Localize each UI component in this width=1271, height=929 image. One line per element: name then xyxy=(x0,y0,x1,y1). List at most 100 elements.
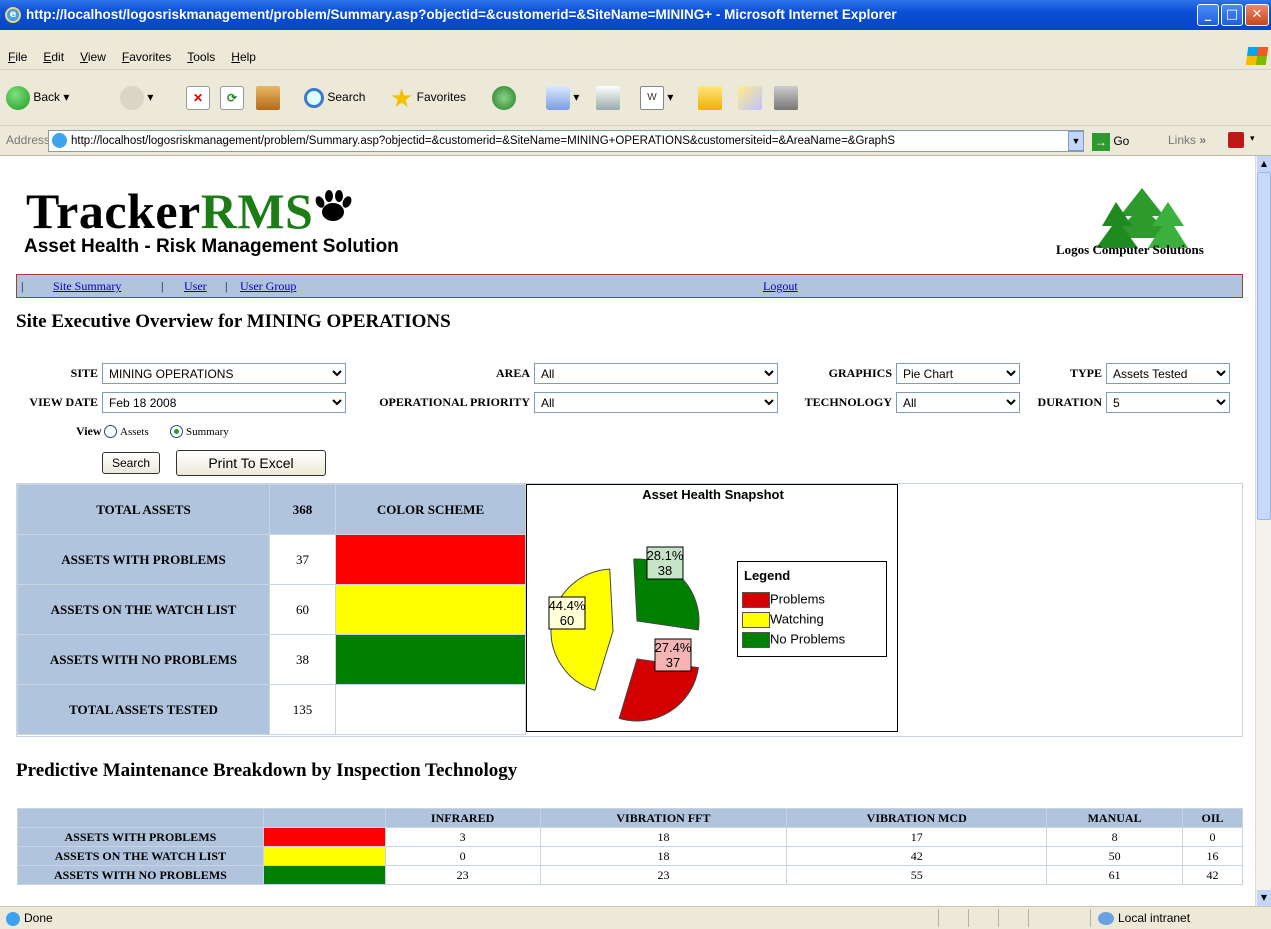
pdf-dropdown-icon[interactable]: ▾ xyxy=(1250,133,1255,144)
menu-file[interactable]: File xyxy=(0,44,35,70)
menu-tools[interactable]: Tools xyxy=(179,44,223,70)
radio-selected-dot xyxy=(174,429,179,434)
ie-icon: e xyxy=(5,7,21,23)
print-to-excel-button[interactable]: Print To Excel xyxy=(176,450,326,476)
vertical-scrollbar[interactable]: ▲ ▼ xyxy=(1255,156,1271,906)
empty-swatch xyxy=(335,684,526,735)
links-button[interactable]: Links » xyxy=(1168,133,1206,147)
address-url: http://localhost/logosriskmanagement/pro… xyxy=(71,135,896,147)
operational-priority-select[interactable]: All xyxy=(534,392,778,413)
menu-favorites[interactable]: Favorites xyxy=(114,44,179,70)
table-cell: 18 xyxy=(539,846,788,866)
slice-percent-label: 27.4% xyxy=(655,640,692,655)
menu-help[interactable]: Help xyxy=(223,44,264,70)
go-button[interactable]: → Go xyxy=(1092,131,1129,151)
minimize-button[interactable]: _ xyxy=(1197,4,1219,26)
history-button[interactable] xyxy=(492,84,516,110)
favorites-button[interactable]: ★ Favorites xyxy=(390,84,466,111)
pdf-icon[interactable] xyxy=(1228,132,1244,148)
legend-swatch xyxy=(742,631,770,648)
legend-swatch xyxy=(742,611,770,628)
slice-value-label: 38 xyxy=(658,563,672,578)
address-input[interactable]: http://localhost/logosriskmanagement/pro… xyxy=(48,130,1084,152)
home-button[interactable] xyxy=(256,84,280,110)
logo-text-rms: RMS xyxy=(200,183,314,239)
graphics-label: GRAPHICS xyxy=(828,366,892,380)
scroll-up-arrow-icon[interactable]: ▲ xyxy=(1257,156,1271,172)
pie-slice-label: 28.1%38 xyxy=(646,546,684,580)
zone-text: Local intranet xyxy=(1118,911,1191,925)
stop-button[interactable]: ✕ xyxy=(186,84,210,110)
view-date-select[interactable]: Feb 18 2008 xyxy=(102,392,346,413)
nav-bar: | Site Summary | User | User Group Logou… xyxy=(16,274,1243,298)
table-row: ASSETS ON THE WATCH LIST 60 xyxy=(17,584,526,635)
technology-label: TECHNOLOGY xyxy=(804,395,892,409)
pie-slice-label: 44.4%60 xyxy=(548,596,586,630)
table-cell: 0 xyxy=(384,846,541,866)
watch-color-swatch xyxy=(335,584,526,635)
print-button[interactable] xyxy=(596,84,620,110)
type-select[interactable]: Assets Tested xyxy=(1106,363,1230,384)
nav-user-link[interactable]: User xyxy=(184,275,207,297)
address-dropdown-button[interactable]: ▼ xyxy=(1068,131,1084,151)
discuss-button[interactable] xyxy=(698,84,722,110)
operational-priority-label: OPERATIONAL PRIORITY xyxy=(379,395,530,409)
breakdown-title: Predictive Maintenance Breakdown by Insp… xyxy=(16,760,518,781)
problems-color-swatch xyxy=(262,827,386,847)
print-icon xyxy=(596,85,620,110)
status-bar: Done Local intranet xyxy=(0,906,1271,929)
research-icon xyxy=(774,85,798,110)
slice-value-label: 60 xyxy=(560,613,574,628)
paw-print-icon xyxy=(315,190,352,221)
technology-select[interactable]: All xyxy=(896,392,1020,413)
table-cell: 42 xyxy=(786,846,1048,866)
scroll-down-arrow-icon[interactable]: ▼ xyxy=(1257,890,1271,906)
view-assets-radio[interactable] xyxy=(104,425,117,438)
back-button[interactable]: Back ▾ xyxy=(6,84,69,110)
nav-site-summary-link[interactable]: Site Summary xyxy=(53,275,121,297)
nav-logout-link[interactable]: Logout xyxy=(763,275,798,297)
menu-edit[interactable]: Edit xyxy=(35,44,72,70)
view-date-label: VIEW DATE xyxy=(29,395,98,409)
table-row: ASSETS WITH NO PROBLEMS 23 23 55 61 42 xyxy=(17,865,1243,885)
table-cell: 23 xyxy=(539,865,788,885)
area-select[interactable]: All xyxy=(534,363,778,384)
menu-view[interactable]: View xyxy=(72,44,114,70)
research-button[interactable] xyxy=(774,84,798,110)
intranet-icon xyxy=(1098,912,1114,925)
table-row: ASSETS WITH NO PROBLEMS 38 xyxy=(17,634,526,685)
mail-button[interactable]: ▾ xyxy=(546,84,579,110)
home-icon xyxy=(256,85,280,110)
pie-slice-watching xyxy=(550,568,614,691)
window-title-bar[interactable]: http://localhost/logosriskmanagement/pro… xyxy=(0,0,1271,30)
row-label: ASSETS ON THE WATCH LIST xyxy=(17,846,264,866)
site-select[interactable]: MINING OPERATIONS xyxy=(102,363,346,384)
graphics-select[interactable]: Pie Chart xyxy=(896,363,1020,384)
edit-button[interactable]: W ▾ xyxy=(640,84,673,110)
color-scheme-header: COLOR SCHEME xyxy=(335,484,526,535)
tagline: Asset Health - Risk Management Solution xyxy=(24,236,399,257)
duration-select[interactable]: 5 xyxy=(1106,392,1230,413)
pie-slice-label: 27.4%37 xyxy=(654,638,692,672)
refresh-button[interactable]: ⟳ xyxy=(220,84,244,110)
search-toolbar-button[interactable]: Search xyxy=(304,84,365,110)
search-button[interactable]: Search xyxy=(102,452,160,474)
forward-button[interactable]: ▾ xyxy=(120,84,153,110)
maximize-button[interactable]: □ xyxy=(1221,4,1243,26)
logo-text-tracker: Tracker xyxy=(26,183,201,239)
tracker-logo: TrackerRMS xyxy=(26,182,353,240)
nav-user-group-link[interactable]: User Group xyxy=(240,275,296,297)
row-label: ASSETS ON THE WATCH LIST xyxy=(17,584,270,635)
search-icon xyxy=(304,87,324,108)
legend-swatch xyxy=(742,591,770,608)
close-button[interactable]: ✕ xyxy=(1245,4,1269,26)
duration-label: DURATION xyxy=(1037,395,1102,409)
problems-color-swatch xyxy=(335,534,526,585)
column-header: VIBRATION MCD xyxy=(786,808,1048,828)
browser-toolbar: Back ▾ ▾ ✕ ⟳ Search ★ Favorites ▾ W ▾ xyxy=(0,70,1271,126)
view-summary-radio[interactable] xyxy=(170,425,183,438)
messenger-button[interactable] xyxy=(738,84,762,110)
page-icon xyxy=(52,133,67,148)
scroll-thumb[interactable] xyxy=(1257,172,1271,520)
nav-separator: | xyxy=(225,279,228,293)
